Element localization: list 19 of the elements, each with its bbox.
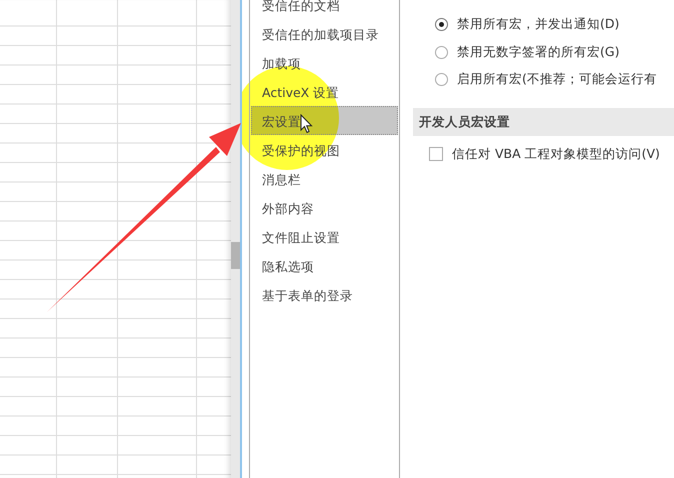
- checkbox[interactable]: [429, 147, 443, 161]
- sidebar-item[interactable]: 外部内容: [251, 193, 398, 222]
- radio-button[interactable]: [435, 46, 448, 59]
- mouse-pointer-icon: [300, 114, 313, 134]
- sidebar-item[interactable]: 文件阻止设置: [251, 222, 398, 251]
- scrollbar-thumb[interactable]: [231, 242, 240, 269]
- radio-button[interactable]: [435, 18, 448, 32]
- sidebar-item[interactable]: 隐私选项: [251, 251, 398, 280]
- option-label: 禁用无数字签署的所有宏(G): [457, 44, 620, 61]
- sidebar-item[interactable]: 宏设置: [251, 106, 398, 135]
- sidebar-item[interactable]: 基于表单的登录: [251, 280, 398, 309]
- option-label: 禁用所有宏，并发出通知(D): [457, 16, 620, 34]
- sidebar-item[interactable]: 受信任的加载项目录: [251, 19, 398, 48]
- option-label: 启用所有宏(不推荐；可能会运行有: [457, 71, 657, 88]
- checkbox-label: 信任对 VBA 工程对象模型的访问(V): [452, 146, 660, 162]
- sidebar-item[interactable]: 消息栏: [251, 164, 398, 193]
- section-header: 开发人员宏设置: [413, 108, 674, 136]
- radio-button[interactable]: [435, 73, 448, 86]
- sidebar-item[interactable]: 受保护的视图: [251, 135, 398, 164]
